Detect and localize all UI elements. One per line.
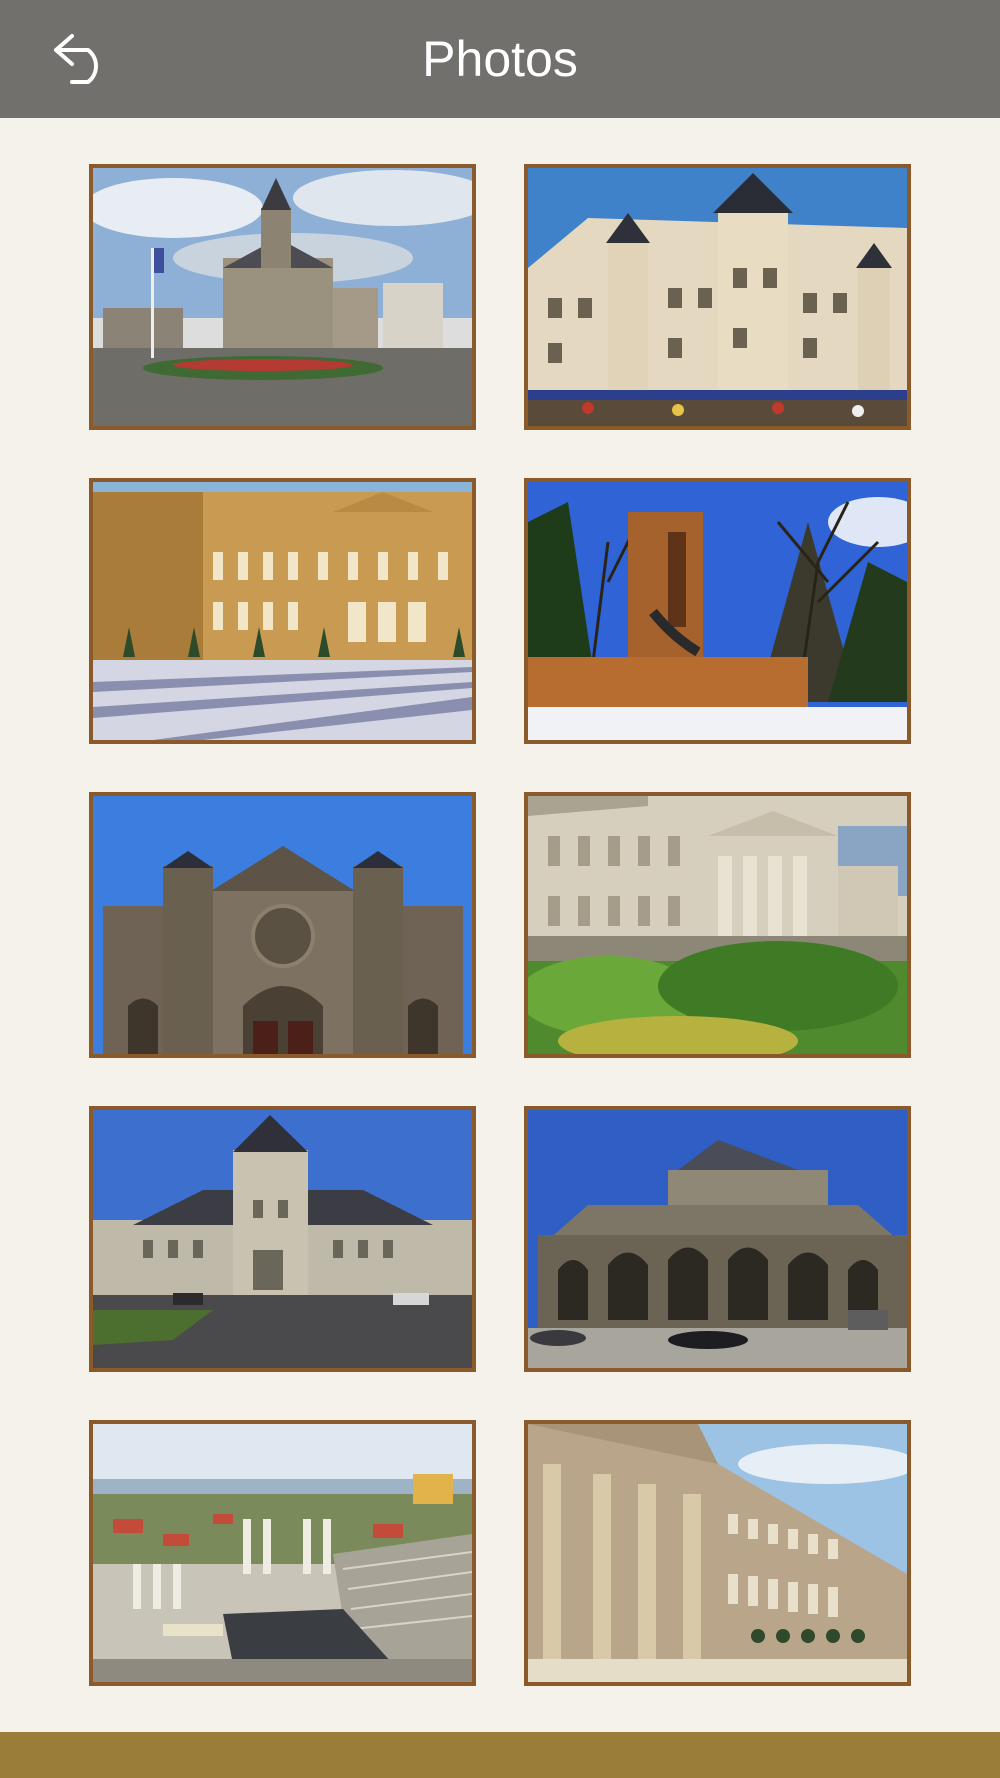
photo-thumbnail[interactable] xyxy=(524,792,911,1058)
photo-thumbnail[interactable] xyxy=(89,164,476,430)
photo-thumbnail[interactable] xyxy=(524,1106,911,1372)
photo-thumbnail[interactable] xyxy=(524,478,911,744)
photo-thumbnail[interactable] xyxy=(524,164,911,430)
bottom-bar xyxy=(0,1732,1000,1778)
photo-thumbnail[interactable] xyxy=(89,1106,476,1372)
top-bar: Photos xyxy=(0,0,1000,118)
photo-thumbnail[interactable] xyxy=(89,792,476,1058)
photo-thumbnail[interactable] xyxy=(89,1420,476,1686)
photo-thumbnail[interactable] xyxy=(524,1420,911,1686)
photo-grid xyxy=(89,164,911,1686)
photo-thumbnail[interactable] xyxy=(89,478,476,744)
page-title: Photos xyxy=(422,31,578,87)
